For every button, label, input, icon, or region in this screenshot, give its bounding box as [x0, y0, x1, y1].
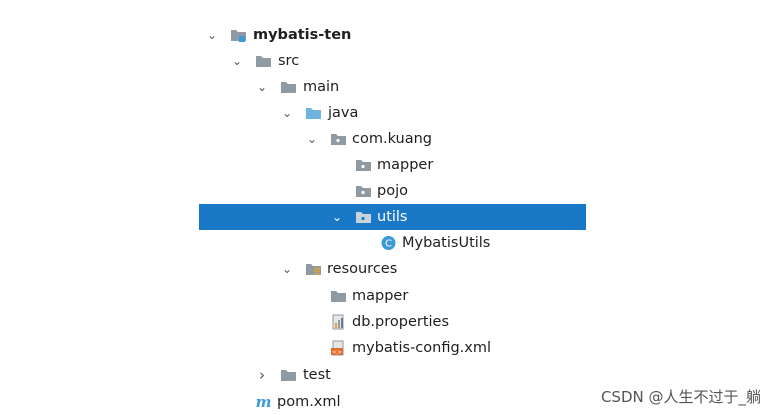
chevron-right-icon[interactable]: ›	[254, 362, 270, 388]
project-folder-icon	[231, 30, 246, 42]
package-icon	[331, 134, 346, 145]
chevron-down-icon[interactable]: ⌄	[329, 204, 345, 230]
properties-file-icon	[332, 314, 344, 330]
chevron-down-icon[interactable]: ⌄	[304, 126, 320, 152]
package-icon	[356, 212, 371, 223]
tree-label: mybatis-ten	[253, 27, 352, 43]
tree-row-java[interactable]: ⌄ java	[0, 100, 773, 126]
class-icon: C	[381, 236, 396, 250]
folder-icon	[281, 370, 296, 381]
tree-label: db.properties	[352, 314, 450, 330]
folder-icon	[331, 291, 346, 302]
tree-row-project[interactable]: ⌄ mybatis-ten	[0, 22, 773, 48]
folder-icon	[256, 56, 271, 67]
maven-icon: m	[256, 394, 272, 410]
chevron-down-icon[interactable]: ⌄	[279, 100, 295, 126]
tree-row-utils[interactable]: ⌄ utils	[199, 204, 586, 230]
tree-label: com.kuang	[352, 131, 432, 147]
package-icon	[356, 186, 371, 197]
chevron-down-icon[interactable]: ⌄	[229, 48, 245, 74]
svg-text:C: C	[385, 239, 392, 250]
tree-row-resources[interactable]: ⌄ resources	[0, 256, 773, 282]
source-folder-icon	[306, 108, 321, 119]
folder-icon	[281, 82, 296, 93]
tree-label: pojo	[377, 183, 408, 199]
tree-label: mapper	[352, 288, 409, 304]
tree-label: resources	[327, 261, 398, 277]
package-icon	[356, 160, 371, 171]
tree-row-db-properties[interactable]: db.properties	[0, 309, 773, 335]
tree-row-com-kuang[interactable]: ⌄ com.kuang	[0, 126, 773, 152]
tree-row-test[interactable]: › test	[0, 362, 773, 388]
tree-label: mapper	[377, 157, 434, 173]
chevron-down-icon[interactable]: ⌄	[254, 74, 270, 100]
resources-folder-icon	[306, 264, 321, 275]
tree-row-main[interactable]: ⌄ main	[0, 74, 773, 100]
svg-text:m: m	[256, 394, 272, 410]
tree-row-resources-mapper[interactable]: mapper	[0, 283, 773, 309]
xml-file-icon: <>	[331, 340, 344, 356]
tree-row-mybatis-utils[interactable]: C MybatisUtils	[0, 230, 773, 256]
tree-label: mybatis-config.xml	[352, 340, 492, 356]
tree-row-mapper[interactable]: mapper	[0, 152, 773, 178]
tree-label: test	[303, 367, 331, 383]
tree-row-pojo[interactable]: pojo	[0, 178, 773, 204]
watermark: CSDN @人生不过于_躺	[600, 388, 761, 406]
chevron-down-icon[interactable]: ⌄	[279, 256, 295, 282]
tree-label: pom.xml	[277, 394, 341, 410]
tree-row-src[interactable]: ⌄ src	[0, 48, 773, 74]
tree-label: java	[328, 105, 359, 121]
tree-label: utils	[377, 209, 408, 225]
chevron-down-icon[interactable]: ⌄	[204, 22, 220, 48]
tree-row-mybatis-config[interactable]: <> mybatis-config.xml	[0, 335, 773, 361]
tree-label: main	[303, 79, 340, 95]
svg-text:<>: <>	[332, 349, 342, 356]
tree-label: src	[278, 53, 300, 69]
tree-label: MybatisUtils	[402, 235, 491, 251]
